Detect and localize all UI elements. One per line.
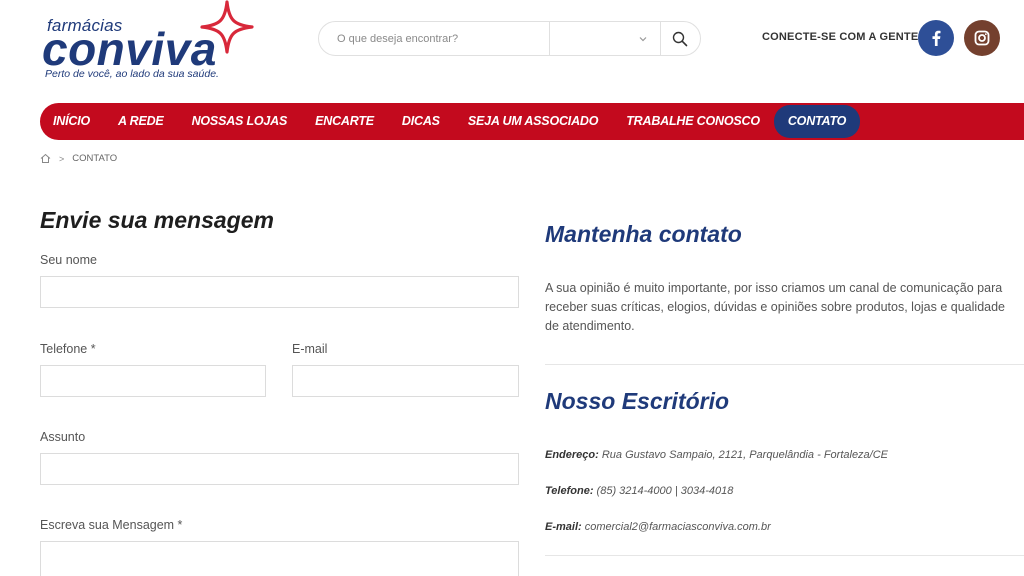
breadcrumb-current: CONTATO [72, 153, 118, 164]
name-label: Seu nome [40, 253, 97, 267]
office-phone-key: Telefone: [545, 485, 594, 497]
breadcrumb-separator: > [59, 153, 65, 164]
office-address-key: Endereço: [545, 449, 599, 461]
search-icon [672, 31, 688, 46]
nav-item-dicas[interactable]: DICAS [388, 103, 454, 140]
phone-label: Telefone * [40, 342, 96, 356]
instagram-button[interactable] [964, 20, 1000, 56]
office-phone-value: (85) 3214-4000 | 3034-4018 [593, 485, 734, 497]
search-button[interactable] [660, 22, 700, 55]
email-label: E-mail [292, 342, 328, 356]
office-email: E-mail: comercial2@farmaciasconviva.com.… [545, 521, 771, 533]
office-address-value: Rua Gustavo Sampaio, 2121, Parquelândia … [598, 449, 889, 461]
form-title-rest: sua mensagem [101, 207, 274, 233]
office-email-value[interactable]: comercial2@farmaciasconviva.com.br [582, 521, 771, 533]
facebook-button[interactable] [918, 20, 954, 56]
brand-logo[interactable]: farmácias conviva Perto de você, ao lado… [40, 0, 270, 86]
phone-field[interactable] [40, 365, 266, 397]
office-email-key: E-mail: [545, 521, 582, 533]
office-heading-light: Nosso [545, 388, 622, 414]
office-heading-strong: Escritório [621, 388, 730, 414]
main-nav: INÍCIO A REDE NOSSAS LOJAS ENCARTE DICAS… [40, 103, 1024, 140]
instagram-icon [974, 30, 990, 46]
social-label: CONECTE-SE COM A GENTE: [762, 31, 923, 43]
form-title-strong: Envie [40, 207, 102, 233]
chevron-down-icon [639, 37, 647, 42]
nav-item-encarte[interactable]: ENCARTE [301, 103, 388, 140]
subject-field[interactable] [40, 453, 519, 485]
logo-brand-name: conviva [42, 23, 217, 75]
search-bar [318, 21, 701, 56]
star-icon [200, 0, 254, 54]
facebook-icon [932, 30, 941, 46]
nav-item-contato[interactable]: CONTATO [773, 105, 861, 138]
form-title: Envie sua mensagem [40, 207, 274, 234]
contact-heading-light: Mantenha [545, 221, 659, 247]
home-icon[interactable] [40, 153, 51, 164]
contact-heading: Mantenha contato [545, 221, 742, 248]
office-address: Endereço: Rua Gustavo Sampaio, 2121, Par… [545, 449, 888, 461]
nav-item-inicio[interactable]: INÍCIO [53, 103, 104, 140]
logo-tagline: Perto de você, ao lado da sua saúde. [45, 68, 219, 80]
subject-label: Assunto [40, 430, 86, 444]
contact-text: A sua opinião é muito importante, por is… [545, 281, 1005, 333]
nav-item-trabalhe-conosco[interactable]: TRABALHE CONOSCO [612, 103, 774, 140]
divider [545, 555, 1024, 556]
divider [545, 364, 1024, 365]
contact-heading-strong: contato [658, 221, 742, 247]
name-field[interactable] [40, 276, 519, 308]
nav-item-seja-um-associado[interactable]: SEJA UM ASSOCIADO [454, 103, 612, 140]
message-field[interactable] [40, 541, 519, 576]
office-phone: Telefone: (85) 3214-4000 | 3034-4018 [545, 485, 733, 497]
breadcrumb: > CONTATO [40, 153, 117, 164]
category-select[interactable] [549, 22, 661, 55]
office-heading: Nosso Escritório [545, 388, 729, 415]
message-label: Escreva sua Mensagem * [40, 518, 183, 532]
search-input[interactable] [319, 22, 548, 55]
nav-item-nossas-lojas[interactable]: NOSSAS LOJAS [178, 103, 302, 140]
email-field[interactable] [292, 365, 519, 397]
nav-item-a-rede[interactable]: A REDE [104, 103, 178, 140]
